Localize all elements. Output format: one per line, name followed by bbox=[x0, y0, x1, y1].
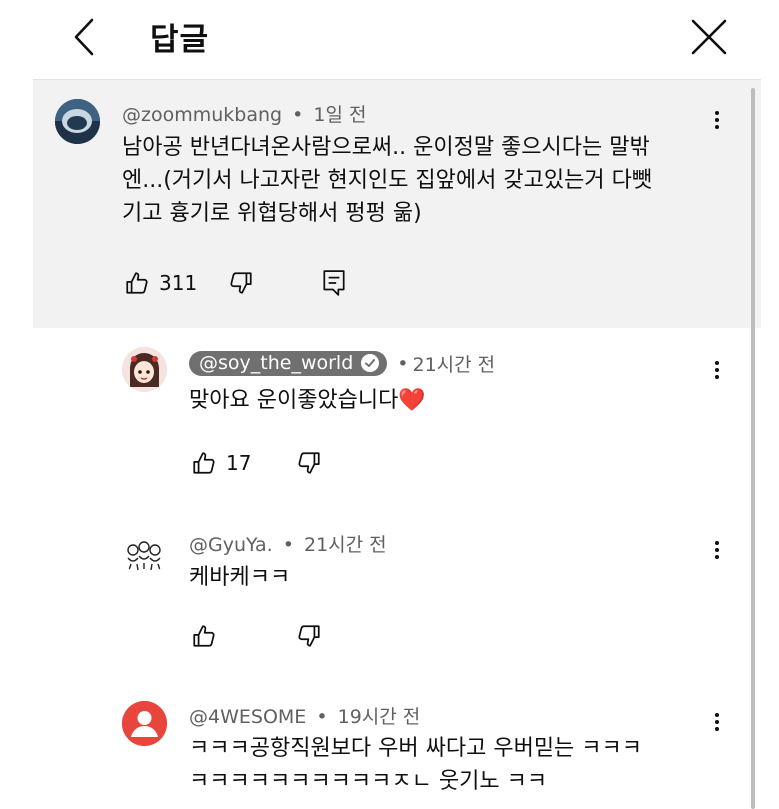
reply-icon[interactable] bbox=[321, 269, 347, 297]
separator-dot: • bbox=[292, 104, 304, 126]
like-icon[interactable] bbox=[124, 270, 150, 296]
like-count: 17 bbox=[226, 451, 252, 475]
close-icon[interactable] bbox=[690, 18, 728, 56]
avatar-image bbox=[122, 530, 167, 575]
avatar[interactable] bbox=[122, 347, 167, 392]
more-options-icon[interactable] bbox=[707, 358, 727, 388]
comment-author[interactable]: @zoommukbang bbox=[122, 104, 282, 126]
comment-time: 19시간 전 bbox=[337, 706, 421, 728]
like-icon[interactable] bbox=[191, 450, 217, 476]
creator-author-chip[interactable]: @soy_the_world bbox=[189, 351, 388, 376]
separator-dot: • bbox=[316, 706, 328, 728]
avatar-image bbox=[55, 99, 100, 144]
back-icon[interactable] bbox=[70, 16, 100, 58]
more-options-icon[interactable] bbox=[707, 108, 727, 138]
separator-dot: • bbox=[397, 352, 409, 375]
avatar[interactable] bbox=[55, 99, 100, 144]
comment-text: ㅋㅋㅋ공항직원보다 우버 싸다고 우버믿는 ㅋㅋㅋ ㅋㅋㅋㅋㅋㅋㅋㅋㅋㅋㅈㄴ 웃… bbox=[189, 736, 643, 794]
scrollbar[interactable] bbox=[751, 88, 755, 809]
avatar[interactable] bbox=[122, 530, 167, 575]
like-icon[interactable] bbox=[191, 623, 217, 649]
separator-dot: • bbox=[282, 534, 294, 556]
dislike-icon[interactable] bbox=[296, 623, 322, 649]
more-options-icon[interactable] bbox=[707, 538, 727, 568]
default-avatar-icon bbox=[122, 701, 167, 746]
dislike-icon[interactable] bbox=[296, 450, 322, 476]
comment-author: @soy_the_world bbox=[199, 352, 354, 374]
like-count: 311 bbox=[159, 271, 198, 295]
comment-time: 1일 전 bbox=[313, 104, 367, 126]
comment-time: 21시간 전 bbox=[304, 534, 387, 556]
comment-author[interactable]: @4WESOME bbox=[189, 706, 306, 728]
avatar-image bbox=[122, 347, 167, 392]
verified-check-icon bbox=[361, 354, 380, 372]
more-options-icon[interactable] bbox=[707, 710, 727, 740]
comment-text: 케바케ㅋㅋ bbox=[189, 565, 291, 590]
comment-author[interactable]: @GyuYa. bbox=[189, 534, 273, 556]
avatar[interactable] bbox=[122, 701, 167, 746]
comment-text: 남아공 반년다녀온사람으로써.. 운이정말 좋으시다는 말밖 엔...(거기서 … bbox=[122, 135, 653, 226]
comment-time: 21시간 전 bbox=[412, 354, 496, 376]
page-title: 답글 bbox=[150, 22, 210, 58]
dislike-icon[interactable] bbox=[228, 270, 254, 296]
comment-text: 맞아요 운이좋았습니다❤️ bbox=[189, 388, 426, 413]
